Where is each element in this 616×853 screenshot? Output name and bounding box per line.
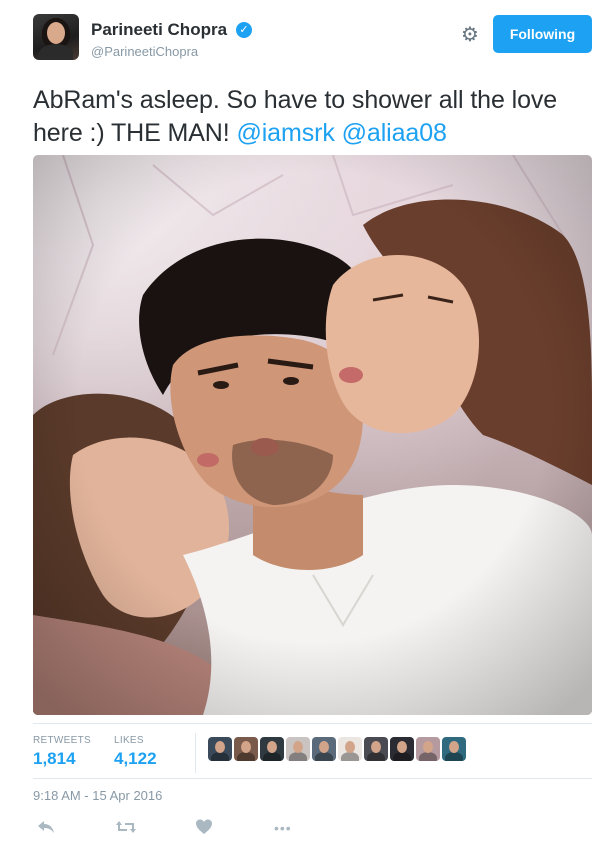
stats-divider <box>195 733 196 773</box>
liker-avatar[interactable] <box>338 737 362 761</box>
likes-count[interactable]: 4,122 <box>114 749 157 769</box>
more-icon[interactable]: ••• <box>274 818 292 838</box>
author-avatar[interactable] <box>33 14 79 60</box>
liker-avatar[interactable] <box>364 737 388 761</box>
tweet-photo[interactable] <box>33 155 592 715</box>
liker-avatar[interactable] <box>312 737 336 761</box>
gear-icon[interactable]: ⚙ <box>459 24 481 46</box>
retweets-label: RETWEETS <box>33 735 91 746</box>
tweet-text: AbRam's asleep. So have to shower all th… <box>33 84 593 150</box>
verified-badge-icon: ✓ <box>236 22 252 38</box>
photo-illustration <box>33 155 592 715</box>
liker-avatar[interactable] <box>208 737 232 761</box>
liker-avatar[interactable] <box>416 737 440 761</box>
liker-avatar[interactable] <box>260 737 284 761</box>
mention-link[interactable]: @aliaa08 <box>342 119 447 147</box>
divider <box>33 778 592 779</box>
liker-avatar[interactable] <box>286 737 310 761</box>
liker-avatar[interactable] <box>234 737 258 761</box>
retweets-count[interactable]: 1,814 <box>33 749 76 769</box>
divider <box>33 723 592 724</box>
mention-link[interactable]: @iamsrk <box>236 119 334 147</box>
liker-avatar[interactable] <box>390 737 414 761</box>
author-handle[interactable]: @ParineetiChopra <box>91 44 198 59</box>
tweet-timestamp[interactable]: 9:18 AM - 15 Apr 2016 <box>33 788 162 803</box>
liker-avatar[interactable] <box>442 737 466 761</box>
like-icon[interactable] <box>195 818 213 838</box>
likes-label: LIKES <box>114 735 144 746</box>
tweet-card: Parineeti Chopra ✓ @ParineetiChopra ⚙ Fo… <box>0 0 616 853</box>
retweet-icon[interactable] <box>115 818 137 838</box>
reply-icon[interactable] <box>36 818 56 838</box>
author-name[interactable]: Parineeti Chopra <box>91 20 227 40</box>
following-button[interactable]: Following <box>493 15 592 53</box>
